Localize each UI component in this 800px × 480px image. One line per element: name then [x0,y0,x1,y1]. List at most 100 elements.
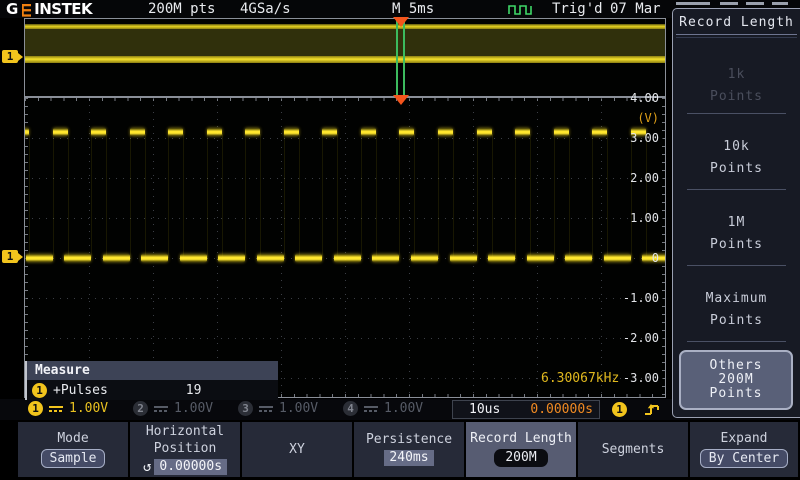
dc-icon-solid-line [364,406,378,408]
overview-trace-low-band [25,56,665,63]
dc-coupling-icon [259,406,273,412]
softkey-value[interactable]: 200M [494,449,547,467]
dc-icon-solid-line [259,406,273,408]
dc-icon-dashed-line [154,410,168,412]
channel1-zero-marker[interactable]: 1 [2,250,18,263]
clipped-datetime-fragment [676,2,796,7]
softkey-label: Horizontal [146,425,224,439]
voltage-axis-label: 0 [599,251,659,265]
measure-name: +Pulses [53,383,108,398]
softkey-value[interactable]: 240ms [384,450,433,466]
menu-item-1k-points[interactable]: 1k Points [673,57,800,113]
softkey-persistence[interactable]: Persistence240ms [354,422,464,477]
measure-window: Measure 1 +Pulses 19 [25,361,278,400]
menu-panel-title: Record Length [673,15,800,30]
measure-title: Measure [27,361,278,380]
softkey-mode[interactable]: Mode Sample [18,422,128,477]
logo-w-glyph: Ш [17,3,35,17]
dc-icon-solid-line [49,406,63,408]
oscilloscope-screen: GШINSTEK 200M pts 4GSa/s M 5ms Trig'd 07… [0,0,800,480]
menu-item-line: Points [710,161,763,176]
menu-divider [687,265,786,266]
zoom-position-marker-top[interactable] [393,17,409,27]
menu-item-maximum-points[interactable]: Maximum Points [673,281,800,337]
menu-item-line: Points [710,89,763,104]
frequency-readout: 6.30067kHz [541,371,619,386]
softkey-label: Expand [721,432,768,446]
softkey-segments[interactable]: Segments [578,422,688,477]
measure-row: 1 +Pulses 19 [27,380,278,400]
menu-item-line: 10k [723,139,749,154]
menu-item-line: 200M [718,373,753,387]
measure-value: 19 [186,383,202,398]
channel-status-ch1[interactable]: 1 1.00V [28,401,108,416]
overview-waveform-window [24,18,666,97]
voltage-axis-label: 4.00 [599,91,659,105]
zoom-window-bracket-left[interactable] [396,19,398,96]
menu-item-line: Points [710,313,763,328]
voltage-axis-labels: 4.003.002.001.000-1.00-2.00-3.00(V) [25,98,665,397]
menu-item-line: 1k [728,67,746,82]
menu-divider [687,113,786,114]
channel-status-ch3[interactable]: 3 1.00V [238,401,318,416]
voltage-axis-label: 1.00 [599,211,659,225]
softkey-label: Mode [57,432,88,446]
softkey-xy[interactable]: XY [242,422,352,477]
overview-trace-dense-fill [25,29,665,56]
channel-badge: 3 [238,401,253,416]
menu-item-line: Maximum [706,291,768,306]
channel-badge: 4 [343,401,358,416]
menu-item-1m-points[interactable]: 1MPoints [673,205,800,261]
zoom-timebase-readout: 10us [469,401,500,418]
dc-icon-dashed-line [49,410,63,412]
softkey-value-row: By Center [700,449,788,468]
dc-icon-solid-line [154,406,168,408]
measure-channel-badge: 1 [32,383,47,398]
menu-divider [687,341,786,342]
softkey-expand[interactable]: Expand By Center [690,422,798,477]
channel-scale-readout: 1.00V [69,401,108,416]
main-timebase-readout: M 5ms [392,0,434,18]
channel1-tag-overview[interactable]: 1 [2,50,18,63]
softkey-value-row: 200M [494,449,547,467]
softkey-horizontal-position[interactable]: HorizontalPosition↺0.00000s [130,422,240,477]
softkey-value[interactable]: 0.00000s [154,459,227,475]
softkey-value-row: Sample [41,449,106,468]
softkey-label: Record Length [470,432,572,446]
softkey-value-row: ↺0.00000s [143,459,227,475]
rotate-knob-icon: ↺ [143,460,151,474]
softkey-value[interactable]: By Center [700,449,788,468]
channel-status-ch4[interactable]: 41.00V [343,401,423,416]
softkey-record-length[interactable]: Record Length 200M [466,422,576,477]
channel-scale-readout: 1.00V [279,401,318,416]
softkey-value[interactable]: Sample [41,449,106,468]
voltage-axis-label: 3.00 [599,131,659,145]
softkey-label: Position [154,442,217,456]
channel-badge: 2 [133,401,148,416]
softkey-value-row: 240ms [384,450,433,466]
horizontal-position-readout: 0.00000s [530,401,593,418]
record-length-menu-panel: Record Length 1kPoints10kPoints1MPointsM… [672,8,800,418]
voltage-axis-label: -2.00 [599,331,659,345]
trigger-position-marker[interactable] [393,95,409,105]
menu-item-others-200m-points[interactable]: Others200MPoints [679,350,793,410]
dc-coupling-icon [154,406,168,412]
zoom-waveform-window: 4.003.002.001.000-1.00-2.00-3.00(V) 6.30… [24,97,666,398]
record-points-readout: 200M pts [148,0,215,18]
channel-badge: 1 [28,401,43,416]
softkey-label: XY [289,443,305,457]
menu-divider [687,189,786,190]
trigger-source-badge: 1 [612,402,627,417]
dc-icon-dashed-line [364,410,378,412]
voltage-axis-label: 2.00 [599,171,659,185]
channel-status-ch2[interactable]: 21.00V [133,401,213,416]
date-readout: 07 Mar [610,0,661,18]
softkey-label: Segments [602,443,665,457]
menu-item-10k-points[interactable]: 10k Points [673,129,800,185]
divider [676,37,797,38]
pulse-waveform-icon [508,3,534,15]
zoom-window-bracket-right[interactable] [403,19,405,96]
rising-edge-trigger-icon [642,402,666,417]
gwinstek-logo: GШINSTEK [6,0,92,19]
menu-item-line: Points [710,237,763,252]
